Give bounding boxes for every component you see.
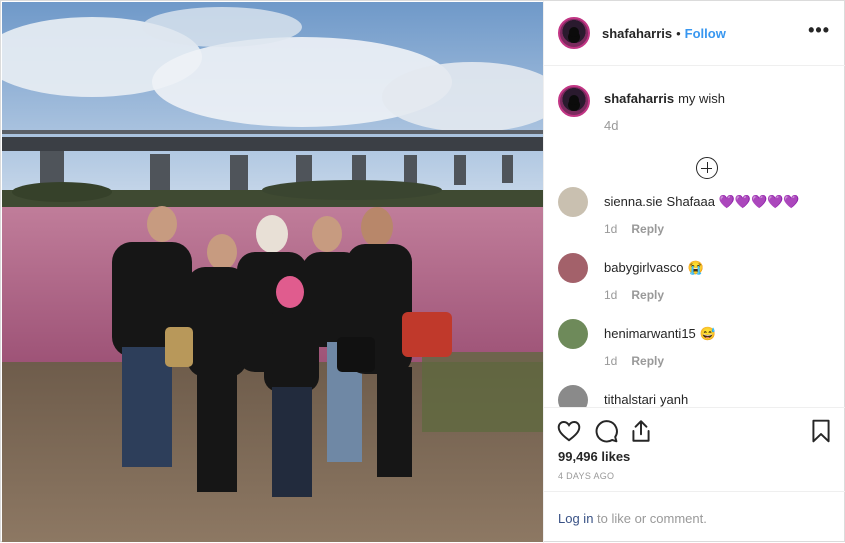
comment-text-row: tithalstari yanh: [604, 392, 688, 407]
post-actions: 99,496 likes 4 DAYS AGO: [544, 407, 845, 491]
follow-button[interactable]: Follow: [685, 26, 726, 41]
load-more-comments-icon[interactable]: [696, 157, 718, 179]
comment-item: henimarwanti15 😅 1d Reply: [558, 319, 838, 379]
comment-time[interactable]: 1d: [604, 288, 617, 302]
author-username[interactable]: shafaharris: [602, 26, 672, 41]
heart-icon[interactable]: [556, 418, 582, 444]
comment-text: 😅: [699, 326, 716, 341]
comment-username[interactable]: tithalstari: [604, 392, 656, 407]
reply-button[interactable]: Reply: [631, 288, 664, 302]
caption-avatar[interactable]: [558, 85, 590, 117]
login-link[interactable]: Log in: [558, 511, 593, 526]
comment-item: babygirlvasco 😭 1d Reply: [558, 253, 838, 313]
comment-text-row: sienna.sie Shafaaa 💜💜💜💜💜: [604, 194, 800, 210]
comment-meta: 1d Reply: [604, 222, 664, 236]
caption-text: my wish: [678, 91, 726, 106]
login-prompt: Log in to like or comment.: [544, 491, 845, 543]
commenter-avatar[interactable]: [558, 319, 588, 349]
comment-time[interactable]: 1d: [604, 222, 617, 236]
comment-meta: 1d Reply: [604, 288, 664, 302]
comment-item: tithalstari yanh: [558, 385, 838, 407]
comment-time[interactable]: 1d: [604, 354, 617, 368]
comment-icon[interactable]: [593, 418, 619, 444]
caption-text-row: shafaharris my wish: [604, 91, 725, 106]
author-avatar[interactable]: [558, 17, 590, 49]
post-date[interactable]: 4 DAYS AGO: [558, 471, 614, 481]
comment-username[interactable]: sienna.sie: [604, 194, 663, 209]
more-options-icon[interactable]: •••: [808, 21, 830, 39]
comments-list[interactable]: shafaharris my wish 4d sienna.sie Shafaaa …: [544, 67, 845, 407]
post-photo-image: [2, 2, 543, 542]
comment-meta: 1d Reply: [604, 354, 664, 368]
comment-text-row: henimarwanti15 😅: [604, 326, 716, 342]
reply-button[interactable]: Reply: [631, 354, 664, 368]
caption-username[interactable]: shafaharris: [604, 91, 674, 106]
header-separator: •: [676, 25, 681, 41]
comment-text: 😭: [687, 260, 704, 275]
comment-text-row: babygirlvasco 😭: [604, 260, 704, 276]
like-count[interactable]: 99,496 likes: [558, 449, 630, 464]
post-sidebar: shafaharris • Follow ••• shafaharris my w…: [543, 1, 845, 543]
reply-button[interactable]: Reply: [631, 222, 664, 236]
comment-text: Shafaaa 💜💜💜💜💜: [666, 194, 800, 209]
comment-username[interactable]: henimarwanti15: [604, 326, 696, 341]
commenter-avatar[interactable]: [558, 253, 588, 283]
share-icon[interactable]: [628, 418, 654, 444]
comment-username[interactable]: babygirlvasco: [604, 260, 684, 275]
commenter-avatar[interactable]: [558, 187, 588, 217]
commenter-avatar[interactable]: [558, 385, 588, 407]
instagram-post: shafaharris • Follow ••• shafaharris my w…: [0, 0, 845, 543]
post-header: shafaharris • Follow •••: [544, 1, 845, 66]
login-prompt-text: to like or comment.: [593, 511, 707, 526]
bookmark-icon[interactable]: [808, 418, 834, 444]
comment-text: yanh: [660, 392, 689, 407]
post-photo[interactable]: [2, 2, 543, 542]
comment-item: sienna.sie Shafaaa 💜💜💜💜💜 1d Reply: [558, 187, 838, 247]
caption-time[interactable]: 4d: [604, 118, 618, 133]
